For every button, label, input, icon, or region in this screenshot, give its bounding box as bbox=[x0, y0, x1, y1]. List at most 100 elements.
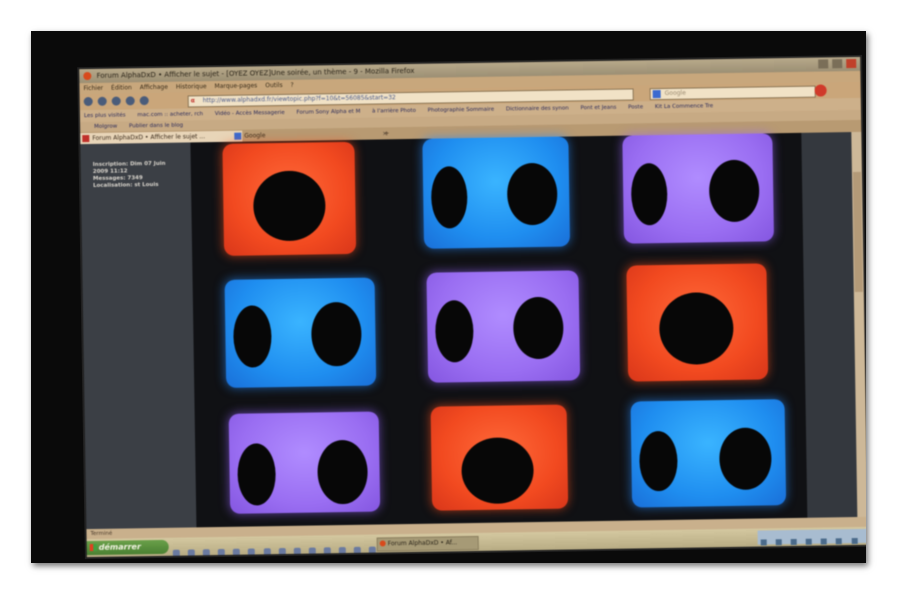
posted-photo bbox=[190, 132, 808, 528]
quick-launch-icon[interactable] bbox=[218, 548, 226, 557]
cube-hole bbox=[252, 170, 326, 242]
taskbar-window-label: Forum AlphaDxD • Af... bbox=[387, 539, 458, 548]
search-placeholder: Google bbox=[664, 89, 686, 97]
scrollbar-thumb[interactable] bbox=[852, 171, 863, 293]
cube-hole bbox=[232, 305, 272, 368]
tray-icon[interactable] bbox=[851, 538, 858, 545]
bookmark-item[interactable]: Publier dans le blog bbox=[129, 123, 183, 130]
monitor: Forum AlphaDxD • Afficher le sujet - [OY… bbox=[77, 54, 866, 560]
cube-hole bbox=[718, 427, 772, 491]
forward-icon[interactable] bbox=[97, 96, 107, 106]
quick-launch-icon[interactable] bbox=[233, 548, 241, 556]
tray-icon[interactable] bbox=[760, 539, 767, 546]
tab-label: Forum AlphaDxD • Afficher le sujet ... bbox=[92, 133, 206, 142]
cube-orange bbox=[222, 141, 357, 256]
right-panel bbox=[801, 131, 866, 518]
cube-hole bbox=[317, 439, 369, 505]
minimize-icon[interactable] bbox=[817, 59, 828, 69]
cube-hole bbox=[434, 300, 474, 363]
reload-icon[interactable] bbox=[111, 96, 121, 106]
google-icon bbox=[234, 132, 242, 140]
taskbar-window-firefox[interactable]: Forum AlphaDxD • Af... bbox=[376, 535, 479, 552]
tray-icon[interactable] bbox=[775, 539, 782, 546]
cube-orange bbox=[430, 404, 569, 511]
bookmark-item[interactable]: Poste bbox=[628, 104, 643, 110]
cube-hole bbox=[658, 291, 734, 366]
bookmark-item[interactable]: Forum Sony Alpha et M bbox=[296, 109, 360, 116]
quick-launch bbox=[172, 539, 379, 558]
bookmark-item[interactable]: Molgrow bbox=[94, 124, 117, 130]
screen: Forum AlphaDxD • Afficher le sujet - [OY… bbox=[79, 56, 866, 558]
menu-item[interactable]: Outils bbox=[265, 82, 282, 89]
menu-item[interactable]: Fichier bbox=[83, 85, 103, 92]
cube-blue bbox=[630, 399, 787, 508]
cube-hole bbox=[461, 437, 535, 505]
cube-purple bbox=[622, 133, 775, 244]
site-favicon bbox=[82, 135, 90, 143]
maximize-icon[interactable] bbox=[831, 59, 843, 69]
quick-launch-icon[interactable] bbox=[293, 547, 301, 555]
new-tab-button[interactable]: + bbox=[382, 128, 394, 139]
quick-launch-icon[interactable] bbox=[187, 549, 195, 557]
cube-blue bbox=[422, 136, 571, 249]
quick-launch-icon[interactable] bbox=[323, 547, 331, 555]
cube-hole bbox=[237, 443, 277, 506]
menu-item[interactable]: Marque-pages bbox=[214, 82, 257, 90]
menu-item[interactable]: Historique bbox=[176, 83, 207, 90]
site-favicon: α bbox=[190, 97, 195, 105]
tray-icon[interactable] bbox=[790, 538, 797, 546]
bookmark-item[interactable]: Vidéo - Accès Messagerie bbox=[215, 110, 285, 117]
profile-localisation: Localisation: st Louis bbox=[93, 181, 159, 189]
cube-hole bbox=[310, 301, 362, 367]
quick-launch-icon[interactable] bbox=[308, 547, 316, 555]
bookmark-item[interactable]: Les plus visités bbox=[84, 112, 126, 119]
profile-info: Inscription: Dim 07 Juin 2009 11:12 Mess… bbox=[93, 161, 166, 190]
addon-icon[interactable] bbox=[814, 84, 827, 97]
quick-launch-icon[interactable] bbox=[172, 549, 180, 557]
tray-icon[interactable] bbox=[805, 538, 813, 545]
menu-item[interactable]: Édition bbox=[111, 84, 132, 91]
firefox-icon bbox=[379, 540, 386, 547]
quick-launch-icon[interactable] bbox=[353, 546, 361, 554]
menu-item[interactable]: ? bbox=[290, 82, 293, 89]
bookmark-item[interactable]: à l'arrière Photo bbox=[372, 108, 416, 115]
home-icon[interactable] bbox=[139, 96, 149, 106]
photo-frame: Forum AlphaDxD • Afficher le sujet - [OY… bbox=[31, 31, 866, 563]
close-icon[interactable] bbox=[846, 58, 857, 69]
start-label: démarrer bbox=[98, 542, 141, 552]
back-icon[interactable] bbox=[83, 96, 93, 107]
menu-item[interactable]: Affichage bbox=[140, 84, 168, 91]
bookmark-item[interactable]: Kit La Commence Tre bbox=[655, 103, 713, 110]
cube-hole bbox=[638, 430, 678, 492]
quick-launch-icon[interactable] bbox=[263, 548, 271, 556]
bookmark-item[interactable]: Dictionnaire des synon bbox=[506, 105, 569, 112]
url-text: http://www.alphadxd.fr/viewtopic.php?f=1… bbox=[202, 94, 396, 105]
quick-launch-icon[interactable] bbox=[248, 548, 256, 556]
quick-launch-icon[interactable] bbox=[278, 547, 286, 556]
page-content: Inscription: Dim 07 Juin 2009 11:12 Mess… bbox=[80, 131, 866, 530]
cube-hole bbox=[708, 159, 760, 223]
windows-flag-icon bbox=[89, 543, 97, 552]
cube-purple bbox=[426, 270, 581, 383]
google-icon bbox=[652, 90, 661, 99]
start-button[interactable]: démarrer bbox=[86, 539, 169, 556]
cube-blue bbox=[224, 277, 377, 388]
bookmark-item[interactable]: Pont et Jeans bbox=[581, 105, 617, 112]
quick-launch-icon[interactable] bbox=[202, 549, 211, 557]
system-tray bbox=[757, 528, 866, 546]
profile-inscription: Inscription: Dim 07 Juin bbox=[92, 160, 166, 168]
tab-label: Google bbox=[244, 132, 266, 140]
cube-hole bbox=[630, 162, 668, 226]
cube-hole bbox=[506, 162, 558, 226]
cube-hole bbox=[430, 166, 468, 229]
quick-launch-icon[interactable] bbox=[338, 547, 346, 555]
tray-icon[interactable] bbox=[821, 538, 828, 545]
bookmark-item[interactable]: mac.com :: acheter, rch bbox=[137, 111, 203, 118]
quick-launch-icon[interactable] bbox=[368, 546, 377, 554]
cube-purple bbox=[228, 411, 381, 514]
page-scrollbar[interactable] bbox=[851, 131, 866, 517]
stop-icon[interactable] bbox=[125, 96, 135, 106]
status-text: Terminé bbox=[90, 530, 113, 538]
bookmark-item[interactable]: Photographie Sommaire bbox=[428, 107, 495, 114]
tray-icon[interactable] bbox=[836, 538, 843, 545]
